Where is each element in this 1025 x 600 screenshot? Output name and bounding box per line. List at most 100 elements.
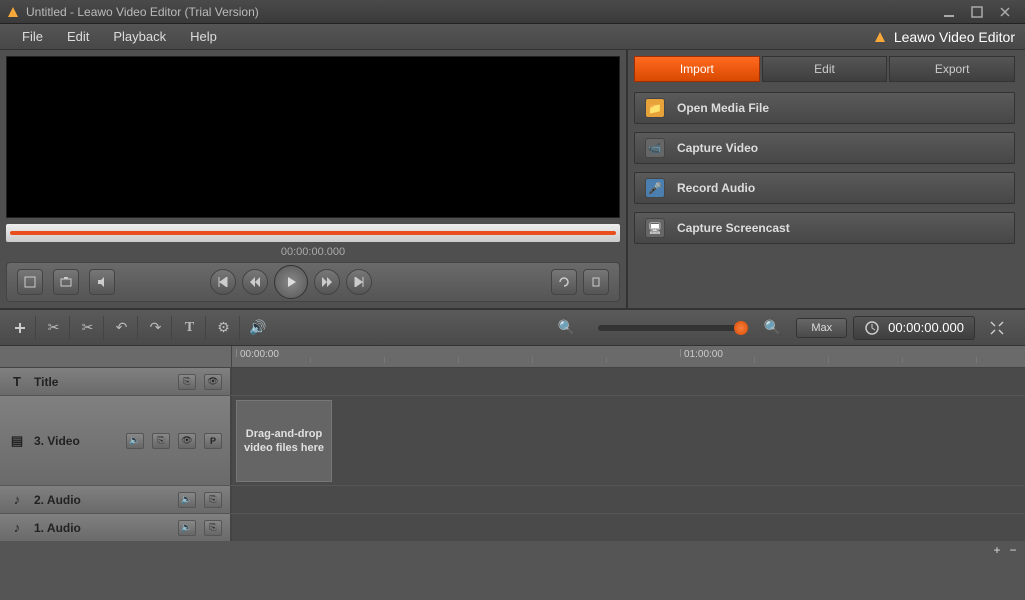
zoom-slider[interactable] (598, 325, 748, 331)
cut-button[interactable]: ✂ (44, 316, 70, 340)
track-audio-1-label: 1. Audio (34, 521, 170, 535)
forward-button[interactable] (314, 269, 340, 295)
track-audio-1-header[interactable]: ♪ 1. Audio 🔈 ⎘ (0, 514, 232, 541)
play-button[interactable] (274, 265, 308, 299)
track-video: ▤ 3. Video 🔈 ⎘ 👁 P Drag-and-drop video f… (0, 396, 1025, 486)
track-title-link-button[interactable]: ⎘ (178, 374, 196, 390)
track-title-content[interactable] (232, 368, 1025, 395)
clock-icon (864, 320, 880, 336)
capture-screencast-label: Capture Screencast (677, 221, 790, 235)
capture-video-button[interactable]: 📹 Capture Video (634, 132, 1015, 164)
skip-end-button[interactable] (346, 269, 372, 295)
track-video-p-button[interactable]: P (204, 433, 222, 449)
track-audio-2: ♪ 2. Audio 🔈 ⎘ (0, 486, 1025, 514)
zoom-out-button[interactable]: 🔍 (762, 316, 788, 340)
fullscreen-button[interactable] (17, 269, 43, 295)
brand-text: Leawo Video Editor (894, 29, 1015, 45)
title-track-icon: T (8, 373, 26, 391)
brand-icon (872, 29, 888, 45)
redo-button[interactable]: ↷ (146, 316, 172, 340)
open-media-file-button[interactable]: 📁 Open Media File (634, 92, 1015, 124)
side-panel: Import Edit Export 📁 Open Media File 📹 C… (628, 50, 1025, 308)
timeline: 00:00:00 01:00:00 T Title ⎘ 👁 ▤ 3. Video… (0, 346, 1025, 542)
timeline-time: 00:00:00.000 (853, 316, 975, 340)
track-video-content[interactable]: Drag-and-drop video files here (232, 396, 1025, 485)
capture-screencast-button[interactable]: 🖥 Capture Screencast (634, 212, 1015, 244)
marker-button[interactable] (583, 269, 609, 295)
loop-button[interactable] (551, 269, 577, 295)
track-title: T Title ⎘ 👁 (0, 368, 1025, 396)
transport-controls (6, 262, 620, 302)
audio-rec-button[interactable]: 🔊 (248, 316, 274, 340)
record-audio-label: Record Audio (677, 181, 755, 195)
timeline-ruler[interactable]: 00:00:00 01:00:00 (0, 346, 1025, 368)
timeline-toolbar: ✂ ✂ ↶ ↷ T ⚙ 🔊 🔍 🔍 Max 00:00:00.000 (0, 310, 1025, 346)
video-dropzone[interactable]: Drag-and-drop video files here (236, 400, 332, 482)
menu-edit[interactable]: Edit (55, 29, 101, 44)
titlebar: Untitled - Leawo Video Editor (Trial Ver… (0, 0, 1025, 24)
track-video-link-button[interactable]: ⎘ (152, 433, 170, 449)
camera-icon: 📹 (645, 138, 665, 158)
track-audio-1-link-button[interactable]: ⎘ (204, 520, 222, 536)
audio-track-icon: ♪ (8, 519, 26, 537)
window-title: Untitled - Leawo Video Editor (Trial Ver… (26, 5, 935, 19)
snapshot-button[interactable] (53, 269, 79, 295)
audio-track-icon: ♪ (8, 491, 26, 509)
playback-slider[interactable] (6, 224, 620, 242)
track-video-header[interactable]: ▤ 3. Video 🔈 ⎘ 👁 P (0, 396, 232, 485)
track-audio-2-content[interactable] (232, 486, 1025, 513)
preview-panel: 00:00:00.000 (0, 50, 628, 308)
menu-help[interactable]: Help (178, 29, 229, 44)
app-logo-icon (6, 5, 20, 19)
tab-row: Import Edit Export (634, 56, 1015, 82)
track-audio-2-label: 2. Audio (34, 493, 170, 507)
undo-button[interactable]: ↶ (112, 316, 138, 340)
maximize-button[interactable] (963, 3, 991, 21)
track-audio-2-mute-button[interactable]: 🔈 (178, 492, 196, 508)
video-track-icon: ▤ (8, 432, 26, 450)
zoom-in-button[interactable]: 🔍 (556, 316, 582, 340)
capture-video-label: Capture Video (677, 141, 758, 155)
add-track-button[interactable]: + (991, 544, 1003, 556)
track-audio-2-header[interactable]: ♪ 2. Audio 🔈 ⎘ (0, 486, 232, 513)
tab-import[interactable]: Import (634, 56, 760, 82)
track-title-header[interactable]: T Title ⎘ 👁 (0, 368, 232, 395)
split-button[interactable]: ✂ (78, 316, 104, 340)
screen-icon: 🖥 (645, 218, 665, 238)
skip-start-button[interactable] (210, 269, 236, 295)
bottom-bar: + − (0, 542, 1025, 558)
open-media-label: Open Media File (677, 101, 769, 115)
record-audio-button[interactable]: 🎤 Record Audio (634, 172, 1015, 204)
track-audio-1-mute-button[interactable]: 🔈 (178, 520, 196, 536)
volume-button[interactable] (89, 269, 115, 295)
track-video-mute-button[interactable]: 🔈 (126, 433, 144, 449)
preview-timecode: 00:00:00.000 (6, 242, 620, 262)
rewind-button[interactable] (242, 269, 268, 295)
track-title-label: Title (34, 375, 170, 389)
brand-label: Leawo Video Editor (872, 29, 1015, 45)
add-button[interactable] (10, 316, 36, 340)
menubar: File Edit Playback Help Leawo Video Edit… (0, 24, 1025, 50)
expand-button[interactable] (987, 316, 1013, 340)
close-button[interactable] (991, 3, 1019, 21)
tab-export[interactable]: Export (889, 56, 1015, 82)
menu-playback[interactable]: Playback (101, 29, 178, 44)
ruler-tick-1h: 01:00:00 (680, 349, 723, 357)
track-title-eye-button[interactable]: 👁 (204, 374, 222, 390)
microphone-icon: 🎤 (645, 178, 665, 198)
menu-file[interactable]: File (10, 29, 55, 44)
preview-screen[interactable] (6, 56, 620, 218)
folder-icon: 📁 (645, 98, 665, 118)
ruler-tick-start: 00:00:00 (236, 349, 279, 357)
timeline-time-value: 00:00:00.000 (888, 320, 964, 335)
track-video-label: 3. Video (34, 434, 118, 448)
minimize-button[interactable] (935, 3, 963, 21)
max-button[interactable]: Max (796, 318, 847, 338)
text-button[interactable]: T (180, 316, 206, 340)
tab-edit[interactable]: Edit (762, 56, 888, 82)
track-video-eye-button[interactable]: 👁 (178, 433, 196, 449)
track-audio-1-content[interactable] (232, 514, 1025, 541)
effects-button[interactable]: ⚙ (214, 316, 240, 340)
remove-track-button[interactable]: − (1007, 544, 1019, 556)
track-audio-2-link-button[interactable]: ⎘ (204, 492, 222, 508)
